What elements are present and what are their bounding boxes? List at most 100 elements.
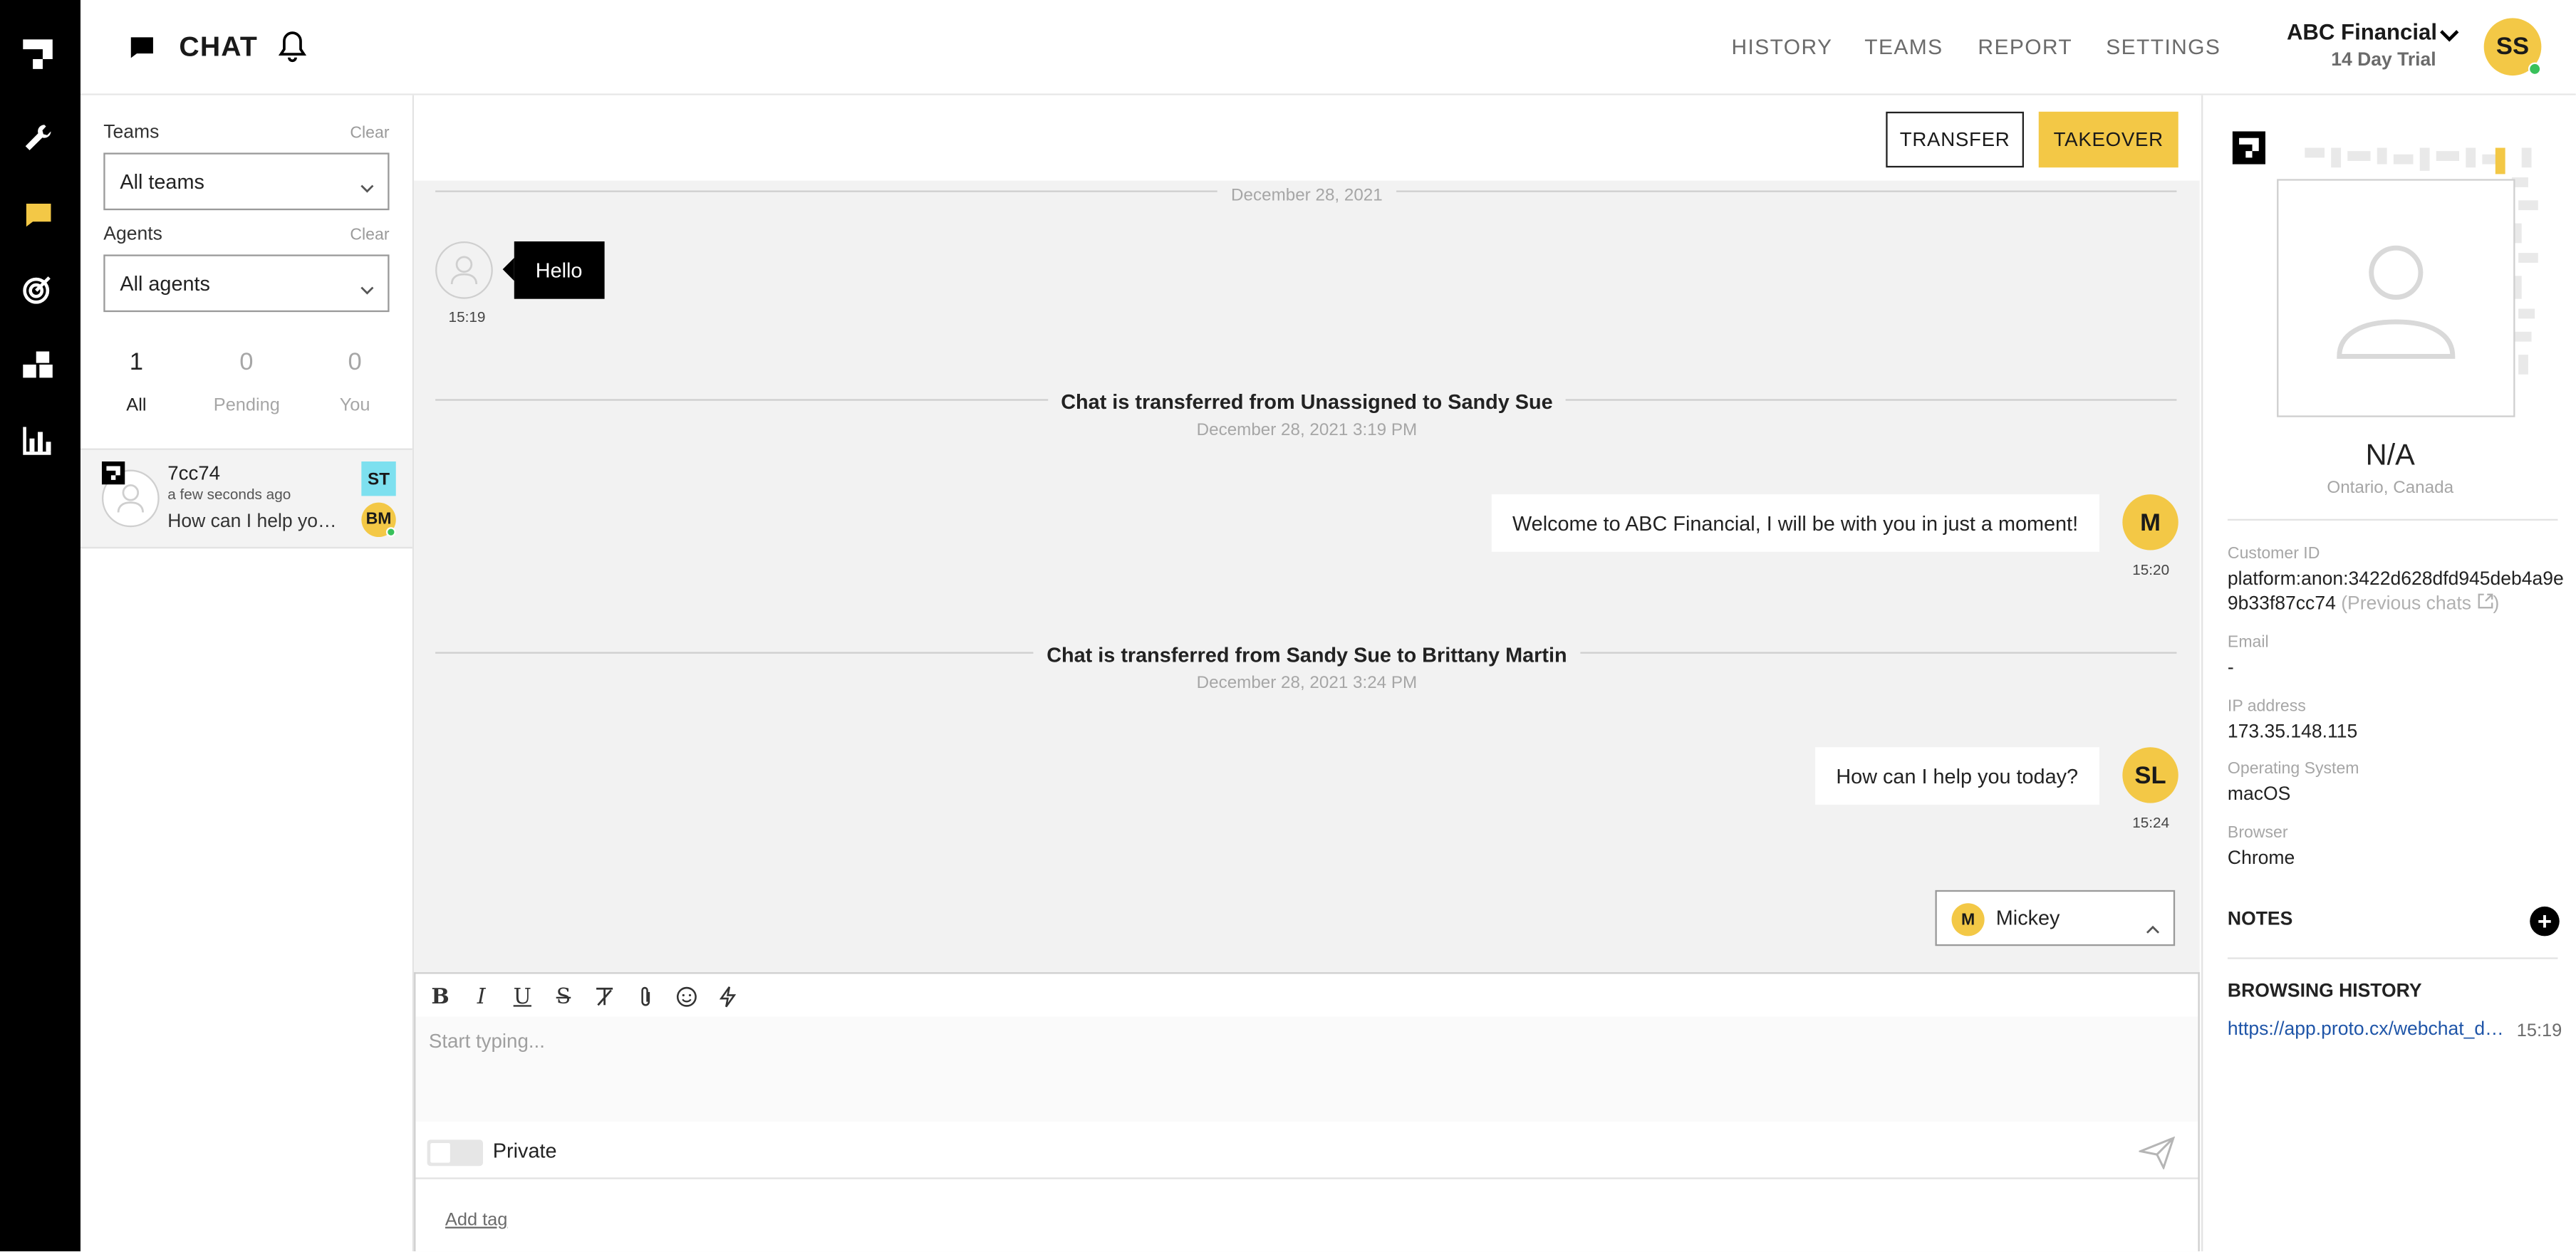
external-link-icon [2477, 593, 2493, 609]
conversation-time: a few seconds ago [167, 486, 291, 503]
browsing-history-link[interactable]: https://app.proto.cx/webchat_demo [2228, 1020, 2507, 1040]
chevron-down-icon [360, 176, 375, 199]
emoji-icon[interactable] [673, 984, 700, 1010]
transfer-date-text: December 28, 2021 3:19 PM [1183, 420, 1430, 441]
divider [415, 1177, 2198, 1179]
customer-avatar [435, 241, 493, 299]
attach-icon[interactable] [633, 984, 659, 1010]
wrench-icon[interactable] [20, 120, 56, 156]
message-placeholder: Start typing... [428, 1029, 545, 1053]
italic-icon[interactable]: I [468, 984, 494, 1010]
transfer-notice: Chat is transferred from Sandy Sue to Br… [414, 640, 2200, 670]
count-all-value: 1 [129, 348, 144, 377]
ip-value: 173.35.148.115 [2227, 722, 2358, 743]
target-icon[interactable] [20, 271, 56, 307]
count-pending-tab[interactable]: 0 Pending [213, 348, 280, 416]
app-frame: CHAT HISTORY TEAMS REPORT SETTINGS ABC F… [0, 0, 2576, 1252]
browser-label: Browser [2227, 824, 2288, 843]
org-name[interactable]: ABC Financial [2287, 20, 2437, 45]
transfer-notice-date: December 28, 2021 3:19 PM [414, 414, 2200, 444]
agent-picker-name: Mickey [1995, 906, 2060, 930]
email-label: Email [2227, 634, 2269, 652]
logo-icon[interactable] [20, 36, 56, 73]
count-pending-value: 0 [239, 348, 254, 377]
message-input[interactable]: Start typing... [415, 1016, 2198, 1122]
chat-action-bar: TRANSFER TAKEOVER [414, 95, 2200, 181]
takeover-button[interactable]: TAKEOVER [2038, 111, 2178, 168]
strikethrough-icon[interactable]: S [551, 984, 577, 1010]
agent-picker[interactable]: M Mickey [1935, 890, 2176, 946]
customer-message: Hello [502, 241, 604, 299]
message-time: 15:20 [2132, 561, 2170, 578]
browsing-history-heading: BROWSING HISTORY [2227, 981, 2422, 1002]
page-title: CHAT [179, 31, 258, 63]
bold-icon[interactable]: B [427, 984, 454, 1010]
add-tag-link[interactable]: Add tag [445, 1211, 507, 1231]
browsing-history-time: 15:19 [2516, 1021, 2562, 1042]
agents-clear-button[interactable]: Clear [350, 226, 389, 244]
browser-value: Chrome [2227, 849, 2295, 869]
transfer-notice-text: Chat is transferred from Unassigned to S… [1047, 390, 1567, 414]
teams-label: Teams [103, 122, 160, 143]
agents-select[interactable]: All agents [103, 254, 390, 313]
transfer-date-text: December 28, 2021 3:24 PM [1183, 673, 1430, 694]
blocks-icon[interactable] [20, 347, 56, 383]
agent-picker-avatar: M [1951, 903, 1985, 937]
teams-select-value: All teams [120, 170, 204, 194]
count-all-label: All [126, 395, 147, 416]
online-status-icon [385, 527, 396, 538]
chevron-up-icon [2146, 913, 2161, 943]
customer-location: Ontario, Canada [2327, 478, 2454, 498]
divider [2227, 957, 2558, 959]
customer-name: N/A [2365, 438, 2415, 471]
email-value: - [2227, 658, 2234, 679]
nav-history[interactable]: HISTORY [1732, 34, 1833, 59]
conversation-list-item[interactable]: 7cc74 a few seconds ago How can I help y… [80, 448, 412, 549]
count-you-label: You [339, 395, 370, 416]
message-time: 15:24 [2132, 814, 2170, 831]
chevron-down-icon[interactable] [2439, 23, 2459, 53]
conversation-preview: How can I help you today? [167, 512, 345, 533]
clear-format-icon[interactable] [591, 984, 618, 1010]
bar-chart-icon[interactable] [20, 422, 56, 459]
customer-avatar-large [2277, 179, 2515, 417]
os-label: Operating System [2227, 760, 2359, 779]
underline-icon[interactable]: U [509, 984, 536, 1010]
teams-select[interactable]: All teams [103, 152, 390, 211]
customer-panel: N/A Ontario, Canada Customer ID platform… [2201, 95, 2576, 1252]
customer-id-value: platform:anon:3422d628dfd945deb4a9e9b33f… [2228, 568, 2565, 617]
team-badge: ST [361, 461, 396, 496]
channel-logo-icon [2232, 131, 2265, 165]
count-pending-label: Pending [213, 395, 280, 416]
lightning-icon[interactable] [715, 984, 741, 1010]
channel-logo-icon [101, 461, 125, 485]
add-note-button[interactable]: + [2530, 906, 2560, 937]
agent-message: Welcome to ABC Financial, I will be with… [1491, 494, 2100, 552]
send-icon[interactable] [2136, 1136, 2176, 1178]
chat-icon[interactable] [20, 197, 56, 234]
message-composer: B I U S Start typing... Private Add tag [414, 972, 2200, 1252]
count-you-tab[interactable]: 0 You [322, 348, 388, 416]
chat-icon [127, 33, 157, 71]
agent-message: How can I help you today? [1814, 747, 2100, 805]
transfer-button[interactable]: TRANSFER [1886, 111, 2024, 168]
previous-chats-label: (Previous chats [2341, 594, 2472, 615]
nav-teams[interactable]: TEAMS [1864, 34, 1943, 59]
previous-chats-link[interactable]: (Previous chats ) [2341, 593, 2499, 615]
teams-clear-button[interactable]: Clear [350, 125, 389, 142]
agent-avatar: M [2122, 494, 2178, 551]
bell-icon[interactable] [274, 28, 311, 72]
transfer-notice-text: Chat is transferred from Sandy Sue to Br… [1033, 643, 1581, 667]
nav-settings[interactable]: SETTINGS [2106, 34, 2221, 59]
private-toggle[interactable] [427, 1139, 483, 1167]
trial-label: 14 Day Trial [2331, 51, 2436, 71]
notes-heading: NOTES [2227, 909, 2293, 930]
nav-report[interactable]: REPORT [1978, 34, 2072, 59]
toggle-knob [430, 1142, 450, 1163]
message-time: 15:19 [448, 308, 486, 325]
chat-panel: TRANSFER TAKEOVER December 28, 2021 Hell… [414, 95, 2200, 1252]
date-separator: December 28, 2021 [414, 179, 2200, 209]
ip-label: IP address [2227, 698, 2306, 716]
count-you-value: 0 [348, 348, 362, 377]
count-all-tab[interactable]: 1 All [103, 348, 169, 416]
